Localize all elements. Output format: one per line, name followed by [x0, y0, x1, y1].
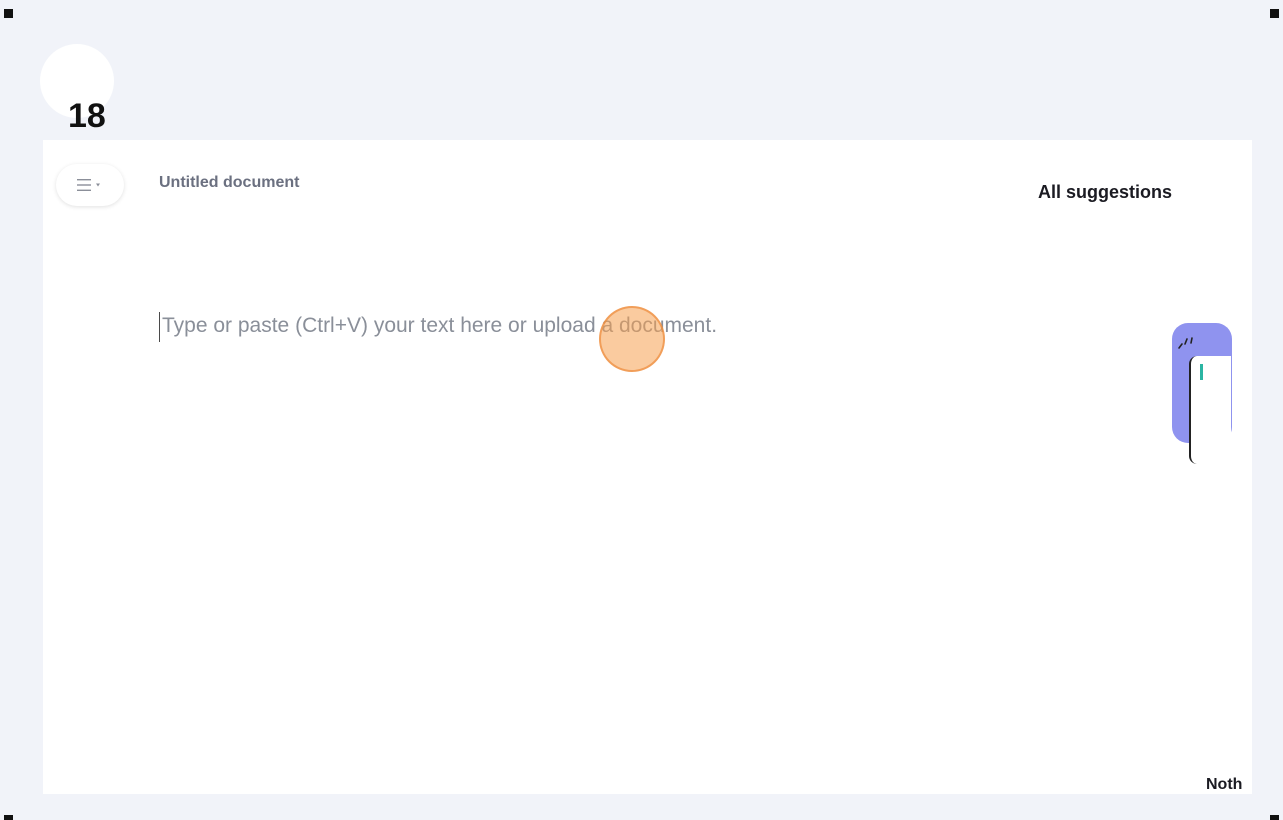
assistant-widget-card[interactable] [1189, 356, 1231, 464]
assistant-widget-icon [1176, 334, 1202, 359]
assistant-widget-accent [1200, 364, 1203, 380]
editor-app: Untitled document All suggestions Type o… [43, 140, 1252, 794]
corner-marker [4, 9, 13, 18]
document-editor[interactable]: Type or paste (Ctrl+V) your text here or… [159, 312, 962, 342]
document-title[interactable]: Untitled document [159, 174, 299, 192]
menu-icon [75, 177, 105, 193]
suggestions-panel-title: All suggestions [1038, 182, 1173, 202]
suggestions-empty-text: Noth [1206, 776, 1243, 793]
corner-marker [1270, 815, 1279, 820]
click-indicator [599, 306, 665, 372]
corner-marker [4, 815, 13, 820]
menu-button[interactable] [56, 164, 124, 206]
screenshot-frame: 18 Untitled document All suggestions Typ… [0, 0, 1283, 820]
corner-marker [1270, 9, 1279, 18]
step-number: 18 [68, 97, 106, 135]
